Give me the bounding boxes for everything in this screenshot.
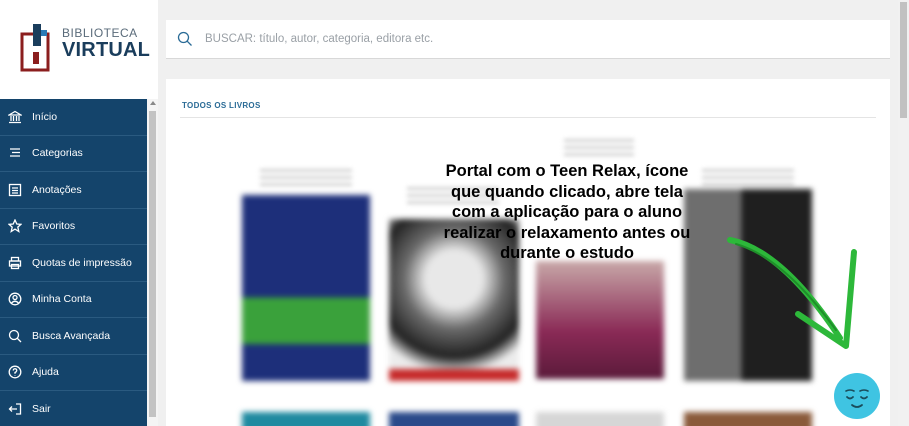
sidebar-item-busca-avancada[interactable]: Busca Avançada <box>0 318 147 355</box>
logo-mark-icon <box>20 24 50 72</box>
book-cover <box>536 412 664 426</box>
sidebar-item-label: Quotas de impressão <box>32 256 132 269</box>
list-icon <box>8 146 22 160</box>
sidebar: BIBLIOTECA VIRTUAL Início Categorias Ano… <box>0 0 158 426</box>
book-title-blur <box>564 139 634 157</box>
annotation-line: realizar o relaxamento antes ou <box>443 223 691 242</box>
sidebar-item-ajuda[interactable]: Ajuda <box>0 355 147 391</box>
book-cover <box>536 261 664 379</box>
sidebar-item-label: Busca Avançada <box>32 329 111 342</box>
sidebar-item-quotas[interactable]: Quotas de impressão <box>0 245 147 282</box>
sidebar-scrollbar[interactable] <box>147 99 158 426</box>
logo[interactable]: BIBLIOTECA VIRTUAL <box>20 20 150 72</box>
sidebar-item-categorias[interactable]: Categorias <box>0 136 147 172</box>
sidebar-item-label: Ajuda <box>32 366 59 379</box>
sidebar-item-label: Categorias <box>32 147 83 160</box>
logo-bottom-text: VIRTUAL <box>62 39 151 61</box>
logo-top-text: BIBLIOTECA <box>62 26 138 40</box>
user-icon <box>8 292 22 306</box>
sidebar-item-label: Início <box>32 110 58 123</box>
sidebar-item-favoritos[interactable]: Favoritos <box>0 209 147 245</box>
scroll-up-arrow-icon[interactable] <box>150 101 156 105</box>
notes-icon <box>8 183 22 197</box>
green-arrow-icon <box>727 237 857 349</box>
sidebar-nav: Início Categorias Anotações Favoritos Qu… <box>0 99 147 426</box>
book-cover <box>389 412 519 426</box>
annotation-line: Portal com o Teen Relax, ícone <box>445 162 689 180</box>
section-title: TODOS OS LIVROS <box>182 101 261 110</box>
book-title-blur <box>260 169 352 187</box>
annotation-line: com a aplicação para o aluno <box>451 203 683 221</box>
sidebar-item-sair[interactable]: Sair <box>0 391 147 426</box>
book-cover <box>684 412 812 426</box>
annotation-callout: Portal com o Teen Relax, ícone que quand… <box>412 161 722 264</box>
book-cover <box>242 412 370 426</box>
sidebar-item-label: Minha Conta <box>32 293 92 306</box>
annotation-line: que quando clicado, abre tela <box>451 182 683 201</box>
sidebar-scrollbar-thumb[interactable] <box>149 111 156 417</box>
search-bar <box>166 20 890 59</box>
bank-icon <box>8 110 22 124</box>
help-icon <box>8 365 22 379</box>
page-scrollbar-thumb[interactable] <box>900 2 907 118</box>
sidebar-item-anotacoes[interactable]: Anotações <box>0 172 147 209</box>
relaxed-face-icon <box>845 389 869 408</box>
search-icon[interactable] <box>177 31 193 47</box>
annotation-line: durante o estudo <box>500 244 634 262</box>
printer-icon <box>8 256 22 270</box>
sidebar-item-minha-conta[interactable]: Minha Conta <box>0 282 147 318</box>
book-cover <box>242 195 370 381</box>
teen-relax-button[interactable] <box>834 373 880 419</box>
sidebar-item-label: Favoritos <box>32 220 76 233</box>
sidebar-item-label: Sair <box>32 402 51 415</box>
page-scrollbar[interactable] <box>898 0 909 426</box>
search-input[interactable] <box>205 33 805 45</box>
logout-icon <box>8 402 22 416</box>
search-icon <box>8 329 22 343</box>
divider <box>180 117 876 118</box>
sidebar-item-label: Anotações <box>32 183 82 196</box>
star-icon <box>8 219 22 234</box>
sidebar-item-inicio[interactable]: Início <box>0 99 147 136</box>
